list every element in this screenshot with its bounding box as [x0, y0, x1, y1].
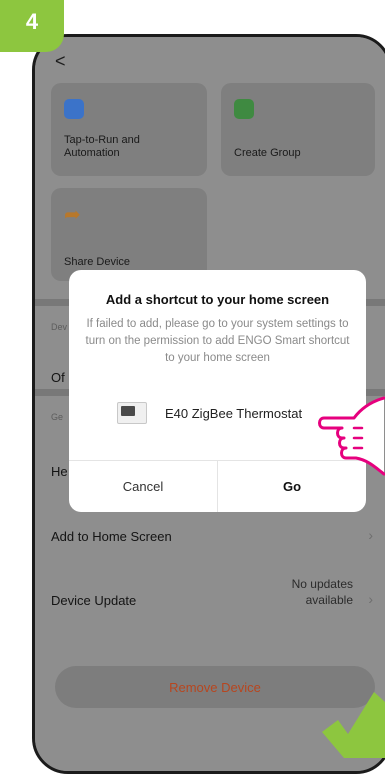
pointing-hand-icon [318, 396, 385, 476]
create-group-card[interactable]: Create Group [221, 83, 375, 176]
cancel-button[interactable]: Cancel [69, 460, 217, 512]
offline-row-label[interactable]: Of [51, 370, 65, 385]
step-badge: 4 [0, 0, 64, 52]
share-icon: ➦ [64, 204, 81, 226]
device-name: E40 ZigBee Thermostat [165, 405, 303, 421]
update-status: No updates available [291, 577, 353, 607]
tap-to-run-card[interactable]: Tap-to-Run and Automation [51, 83, 207, 176]
automation-icon [64, 99, 84, 119]
chevron-right-icon: › [368, 527, 373, 543]
share-device-card[interactable]: ➦ Share Device [51, 188, 207, 281]
add-to-home-row[interactable]: Add to Home Screen [51, 529, 172, 544]
create-group-label: Create Group [234, 147, 301, 159]
tap-to-run-label: Tap-to-Run and Automation [64, 134, 140, 159]
checkmark-icon [322, 692, 385, 758]
device-update-row[interactable]: Device Update [51, 593, 136, 608]
help-row-label[interactable]: He [51, 464, 68, 479]
general-section-label: Ge [51, 412, 64, 422]
device-section-label: Dev [51, 322, 68, 332]
thermostat-icon [117, 402, 147, 424]
back-button[interactable]: < [55, 51, 66, 72]
group-icon [234, 99, 254, 119]
dialog-message: If failed to add, please go to your syst… [85, 318, 350, 364]
dialog-device: E40 ZigBee Thermostat [117, 402, 302, 424]
step-number: 4 [25, 9, 39, 34]
dialog-title: Add a shortcut to your home screen [105, 292, 330, 307]
share-device-label: Share Device [64, 256, 131, 268]
chevron-right-icon: › [368, 591, 373, 607]
